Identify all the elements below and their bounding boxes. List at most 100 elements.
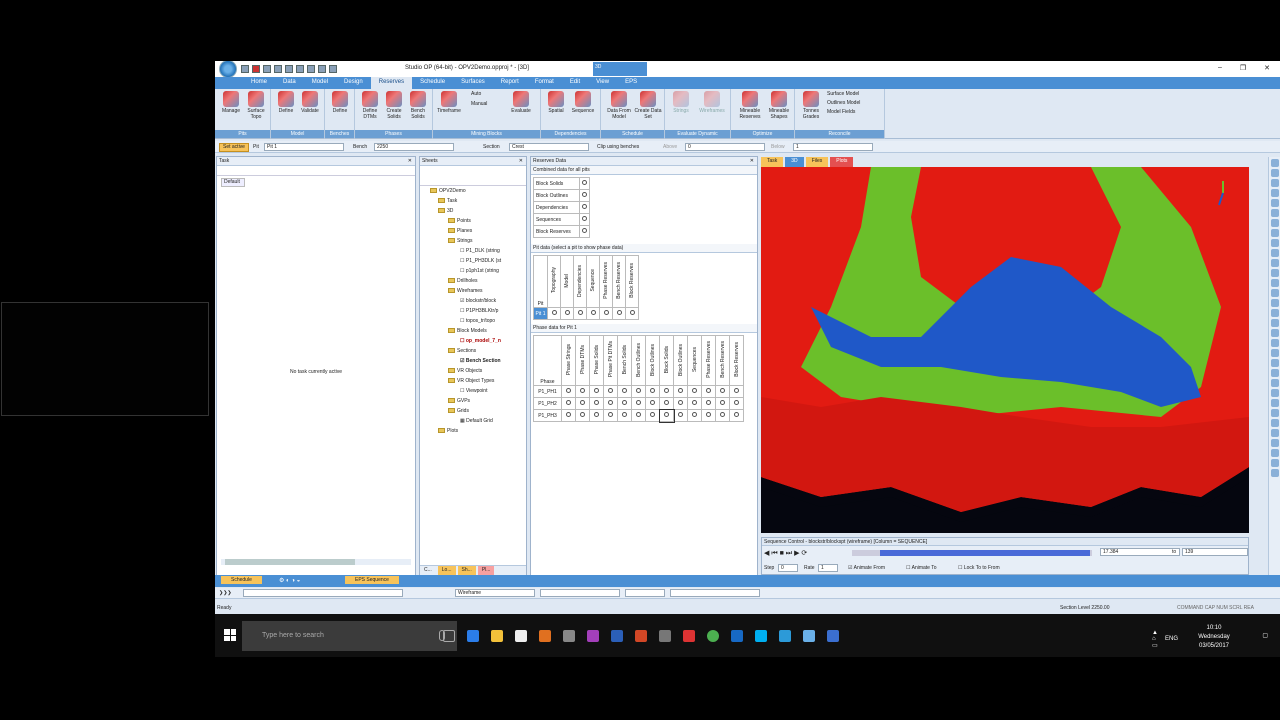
stop-icon[interactable]: ■: [780, 550, 784, 557]
wireframes-button[interactable]: Wireframes: [697, 91, 727, 114]
tool-icon[interactable]: [1270, 359, 1279, 367]
bench-solids-button[interactable]: Bench Solids: [406, 91, 430, 120]
tab-surfaces[interactable]: Surfaces: [453, 77, 493, 89]
manual-button[interactable]: Manual: [471, 101, 503, 107]
tool-icon[interactable]: [1270, 299, 1279, 307]
clip-using-benches-toggle[interactable]: Clip using benches: [597, 144, 639, 150]
start-button[interactable]: [224, 629, 236, 641]
tab-model[interactable]: Model: [304, 77, 336, 89]
status-indicator[interactable]: [582, 228, 587, 233]
timeframe-button[interactable]: Timeframe: [437, 91, 461, 114]
snowflake-app-icon[interactable]: [827, 629, 839, 642]
tool-icon[interactable]: [1270, 279, 1279, 287]
clock[interactable]: 10:10 Wednesday 03/05/2017: [1186, 624, 1242, 651]
layer-select[interactable]: Wireframe: [455, 589, 535, 597]
tool-icon[interactable]: [1270, 219, 1279, 227]
tool-icon[interactable]: [1270, 229, 1279, 237]
paste-icon[interactable]: [307, 65, 315, 73]
3d-viewport[interactable]: [761, 167, 1249, 533]
tool-icon[interactable]: [1270, 189, 1279, 197]
status-indicator[interactable]: [582, 216, 587, 221]
step-forward-icon[interactable]: ⏭: [786, 550, 792, 557]
status-indicator[interactable]: [582, 192, 587, 197]
close-icon[interactable]: ✕: [1264, 64, 1270, 72]
lock-to-from-checkbox[interactable]: ☐ Lock To to From: [958, 565, 1000, 571]
surface-topo-button[interactable]: Surface Topo: [244, 91, 268, 120]
tab-view[interactable]: View: [588, 77, 617, 89]
mineable-reserves-button[interactable]: Mineable Reserves: [735, 91, 765, 120]
word-icon[interactable]: [611, 629, 623, 642]
tool-icon[interactable]: [1270, 249, 1279, 257]
new-icon[interactable]: [241, 65, 249, 73]
tool-icon[interactable]: [1270, 409, 1279, 417]
3d-pit-model[interactable]: [761, 167, 1249, 533]
tab-default[interactable]: Default: [221, 178, 245, 187]
tab-design[interactable]: Design: [336, 77, 371, 89]
file-explorer-icon[interactable]: [491, 629, 503, 642]
tab-sheets-c[interactable]: C...: [420, 566, 436, 575]
tree-node[interactable]: ☐ Viewpoint: [424, 386, 526, 396]
below-field[interactable]: 1: [793, 143, 873, 151]
play-icon[interactable]: ▶: [794, 550, 799, 557]
tab-eps-sequence[interactable]: EPS Sequence: [345, 576, 399, 584]
tree-node[interactable]: Planes: [424, 226, 526, 236]
tool-icon[interactable]: [1270, 419, 1279, 427]
tab-eps[interactable]: EPS: [617, 77, 645, 89]
tree-node[interactable]: GVPs: [424, 396, 526, 406]
skype-business-icon[interactable]: [779, 629, 791, 642]
restore-icon[interactable]: ❐: [1240, 64, 1246, 72]
tab-viewport-task[interactable]: Task: [761, 157, 784, 167]
tool-icon[interactable]: [1270, 199, 1279, 207]
tool-icon[interactable]: [1270, 239, 1279, 247]
tree-node[interactable]: ☐ p1ph1st (string: [424, 266, 526, 276]
refresh-icon[interactable]: [296, 65, 304, 73]
command-input[interactable]: [243, 589, 403, 597]
step-back-icon[interactable]: ⏮: [771, 550, 777, 557]
loop-icon[interactable]: ⟳: [801, 550, 807, 557]
tree-node[interactable]: OPV2Demo: [424, 186, 526, 196]
set-active-button[interactable]: Set active: [219, 143, 249, 152]
tool-icon[interactable]: [1270, 309, 1279, 317]
tool-icon[interactable]: [1270, 369, 1279, 377]
above-field[interactable]: 0: [685, 143, 765, 151]
tool-icon[interactable]: [1270, 209, 1279, 217]
tree-node[interactable]: Points: [424, 216, 526, 226]
table-row[interactable]: P1_PH2: [533, 397, 744, 410]
edge-icon[interactable]: [467, 629, 479, 642]
tool-icon[interactable]: [1270, 169, 1279, 177]
to-value-field[interactable]: 139: [1182, 548, 1248, 556]
data-from-model-button[interactable]: Data From Model: [605, 91, 633, 120]
tree-node[interactable]: ☐ op_model_7_n: [424, 336, 526, 346]
layer-select-4[interactable]: [670, 589, 760, 597]
evaluate-button[interactable]: Evaluate: [509, 91, 533, 114]
tree-node[interactable]: VR Object Types: [424, 376, 526, 386]
outlines-model-button[interactable]: Outlines Model: [827, 100, 883, 106]
tool-icon[interactable]: [1270, 449, 1279, 457]
tree-node[interactable]: Block Models: [424, 326, 526, 336]
status-indicator[interactable]: [582, 180, 587, 185]
tree-node[interactable]: Sections: [424, 346, 526, 356]
tree-node[interactable]: Strings: [424, 236, 526, 246]
tool-icon[interactable]: [1270, 339, 1279, 347]
tree-node[interactable]: ☑ Bench Section: [424, 356, 526, 366]
zoom-in-icon[interactable]: [285, 65, 293, 73]
settings-icon[interactable]: [659, 629, 671, 642]
context-tab-3d[interactable]: 3D: [593, 62, 647, 76]
close-icon[interactable]: ✕: [750, 157, 754, 166]
media-icon[interactable]: [539, 629, 551, 642]
tool-icon[interactable]: [1270, 399, 1279, 407]
undo-icon[interactable]: [318, 65, 326, 73]
animate-to-checkbox[interactable]: ☐ Animate To: [906, 565, 937, 571]
define-dtms-button[interactable]: Define DTMs: [358, 91, 382, 120]
skype-icon[interactable]: [755, 629, 767, 642]
tree-node[interactable]: ☐ topos_tr/topo: [424, 316, 526, 326]
tree-node[interactable]: Grids: [424, 406, 526, 416]
tab-viewport-3d[interactable]: 3D: [785, 157, 804, 167]
tab-viewport-files[interactable]: Files: [805, 157, 829, 167]
model-fields-button[interactable]: Model Fields: [827, 109, 883, 115]
tree-node[interactable]: ☑ blockstr/block: [424, 296, 526, 306]
tree-node[interactable]: ☐ P1_PH3DLK (st: [424, 256, 526, 266]
tree-node[interactable]: ▦ Default Grid: [424, 416, 526, 426]
tab-sheets-lo[interactable]: Lo...: [437, 566, 456, 575]
tool-icon[interactable]: [1270, 329, 1279, 337]
